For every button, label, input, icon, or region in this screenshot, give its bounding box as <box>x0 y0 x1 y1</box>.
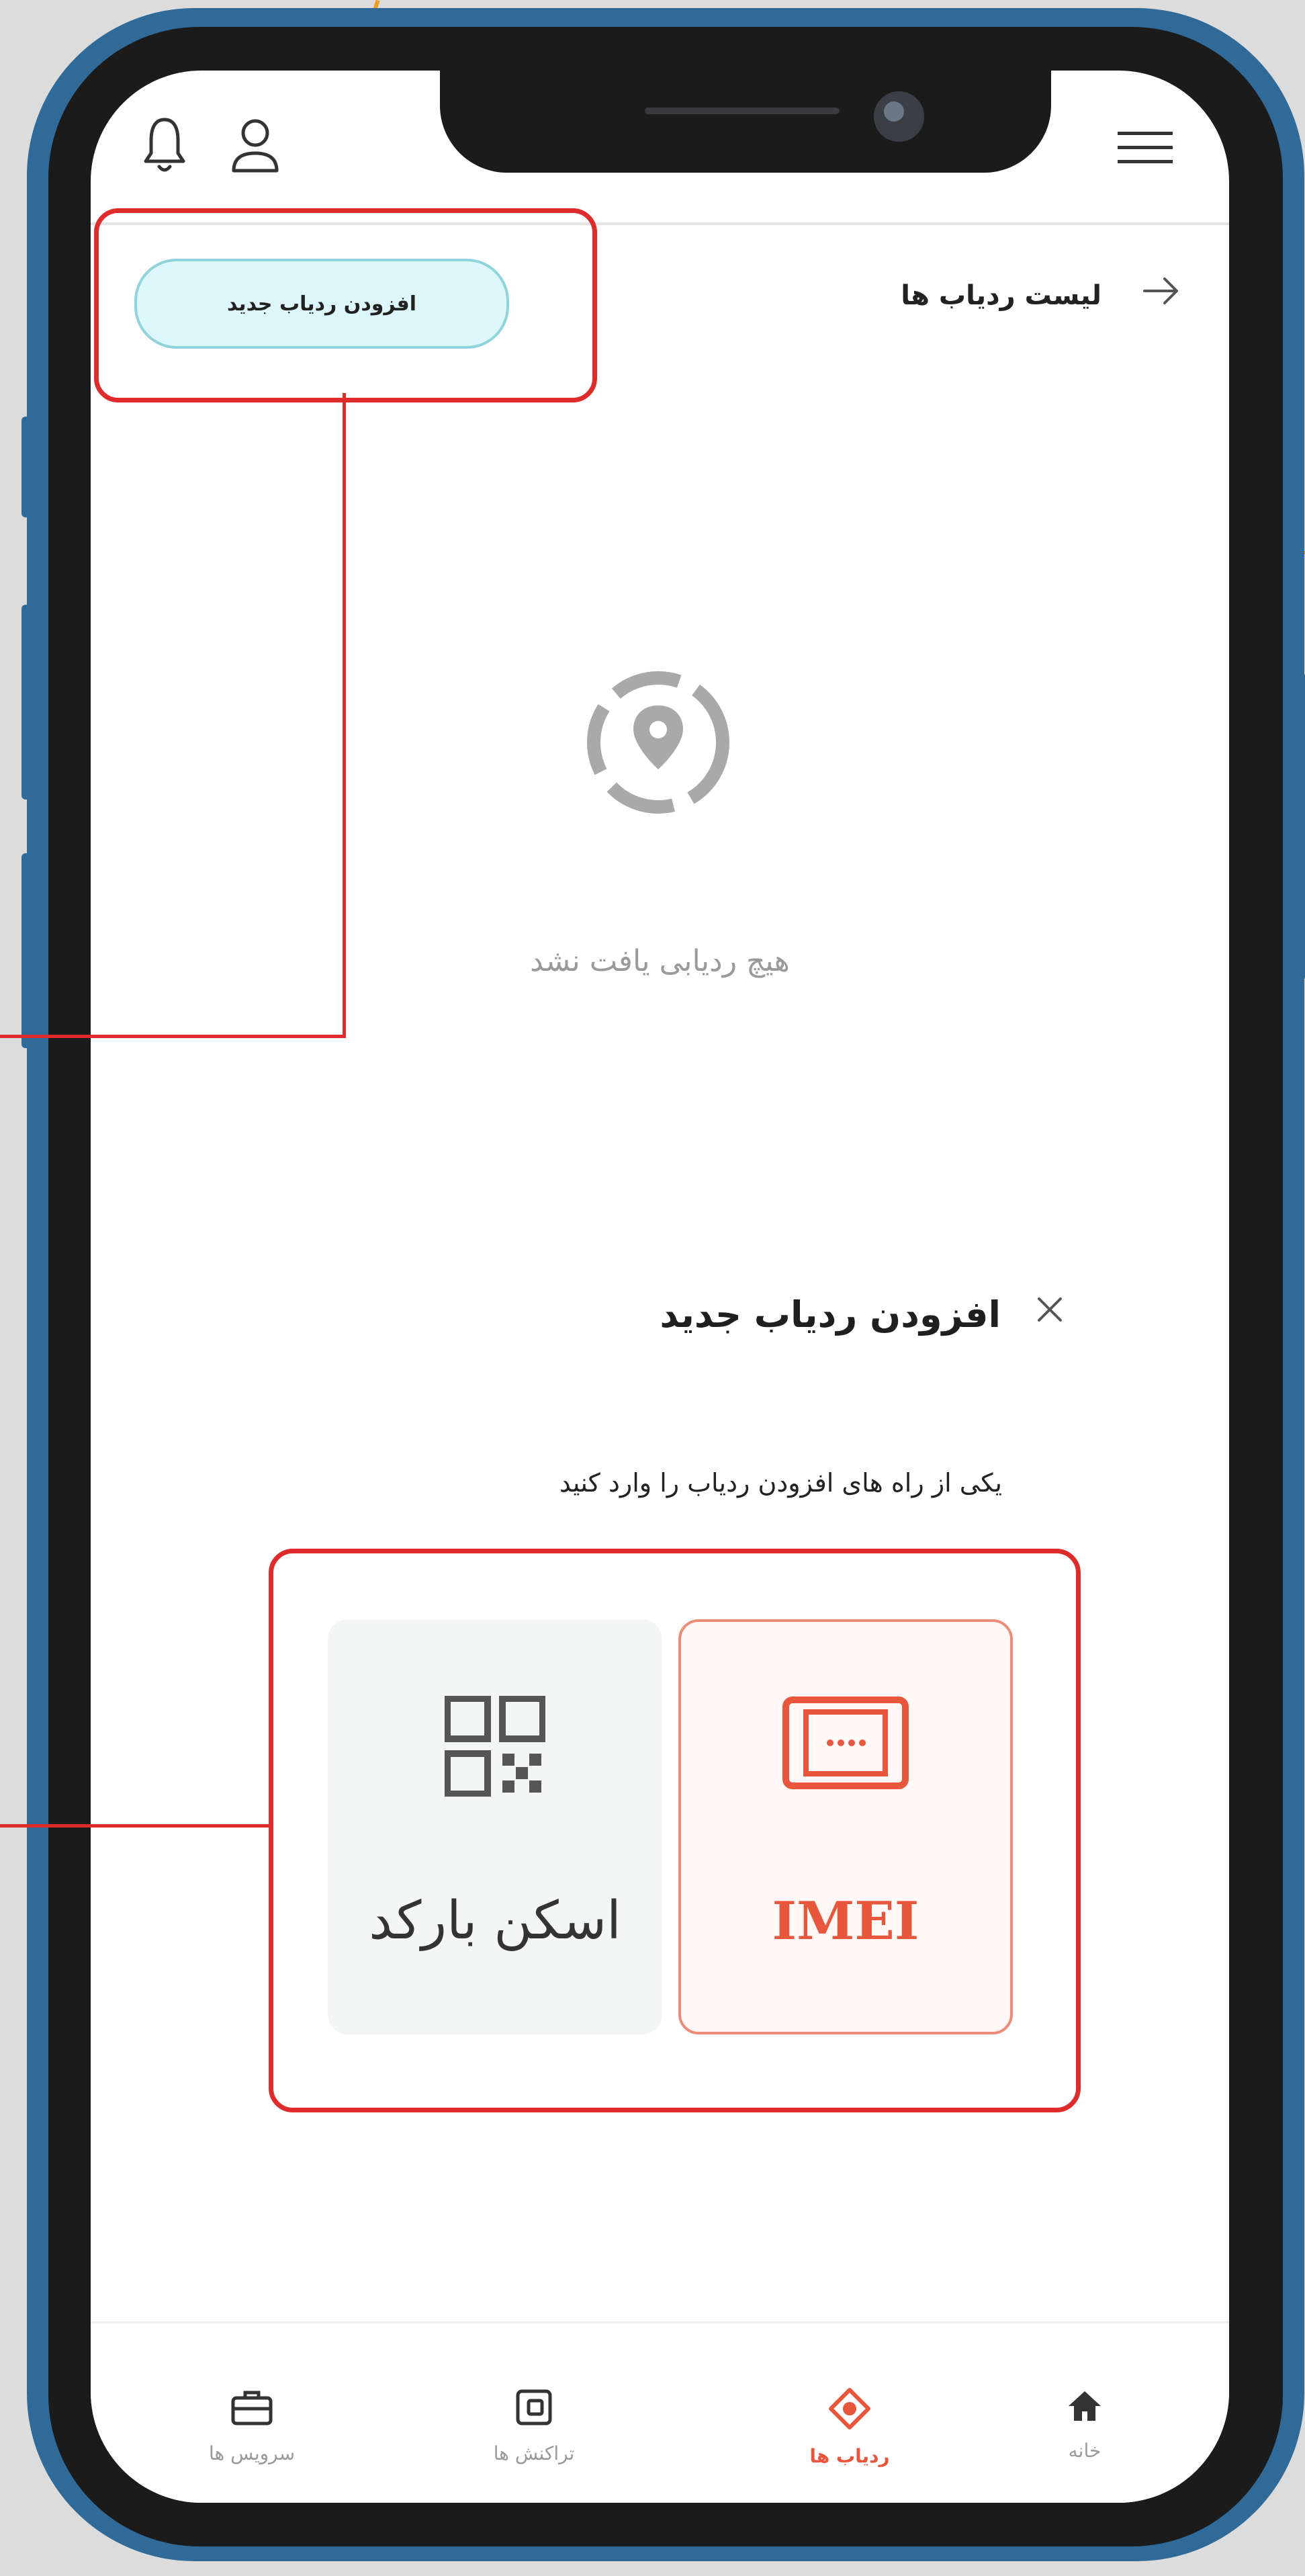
callout-line <box>0 1824 272 1828</box>
app-screen: افزودن ردیاب جدید لیست ردیاب ها هیچ ردیا… <box>91 71 1229 2503</box>
speaker <box>645 108 840 114</box>
callout-box-options <box>269 1549 1081 2112</box>
empty-state-text: هیچ ردیابی یافت نشد <box>530 944 790 978</box>
side-button <box>21 853 32 1048</box>
nav-label: سرویس ها <box>208 2442 296 2464</box>
front-camera <box>870 87 928 146</box>
nav-item-trackers[interactable]: ردیاب ها <box>762 2387 937 2467</box>
side-button <box>21 605 32 800</box>
sheet-description: یکی از راه های افزودن ردیاب را وارد کنید <box>559 1468 1002 1498</box>
nav-label: خانه <box>1068 2440 1101 2462</box>
close-icon[interactable] <box>1035 1295 1065 1327</box>
nav-label: ردیاب ها <box>809 2445 890 2467</box>
location-target-icon <box>581 665 735 822</box>
nav-item-services[interactable]: سرویس ها <box>165 2387 339 2464</box>
home-icon <box>1069 2391 1101 2421</box>
tracker-icon <box>829 2388 870 2430</box>
briefcase-icon <box>231 2391 273 2425</box>
bottom-navigation: خانه ردیاب ها تراکنش ها سرویس ها <box>91 2321 1229 2503</box>
user-icon[interactable] <box>225 112 285 179</box>
side-button <box>21 417 32 517</box>
power-button <box>1295 672 1305 981</box>
nav-item-transactions[interactable]: تراکنش ها <box>447 2387 621 2464</box>
callout-box-add-button <box>94 208 597 402</box>
callout-line <box>0 1035 346 1038</box>
callout-line <box>343 393 346 1038</box>
notch <box>440 71 1051 173</box>
bell-icon[interactable] <box>138 111 191 178</box>
wallet-icon <box>516 2389 552 2425</box>
hamburger-menu-icon[interactable] <box>1112 124 1179 171</box>
back-arrow-icon[interactable] <box>1142 271 1182 314</box>
page-title: لیست ردیاب ها <box>901 280 1101 311</box>
nav-label: تراکنش ها <box>493 2442 575 2464</box>
nav-item-home[interactable]: خانه <box>997 2387 1172 2462</box>
sheet-title: افزودن ردیاب جدید <box>660 1293 1001 1336</box>
